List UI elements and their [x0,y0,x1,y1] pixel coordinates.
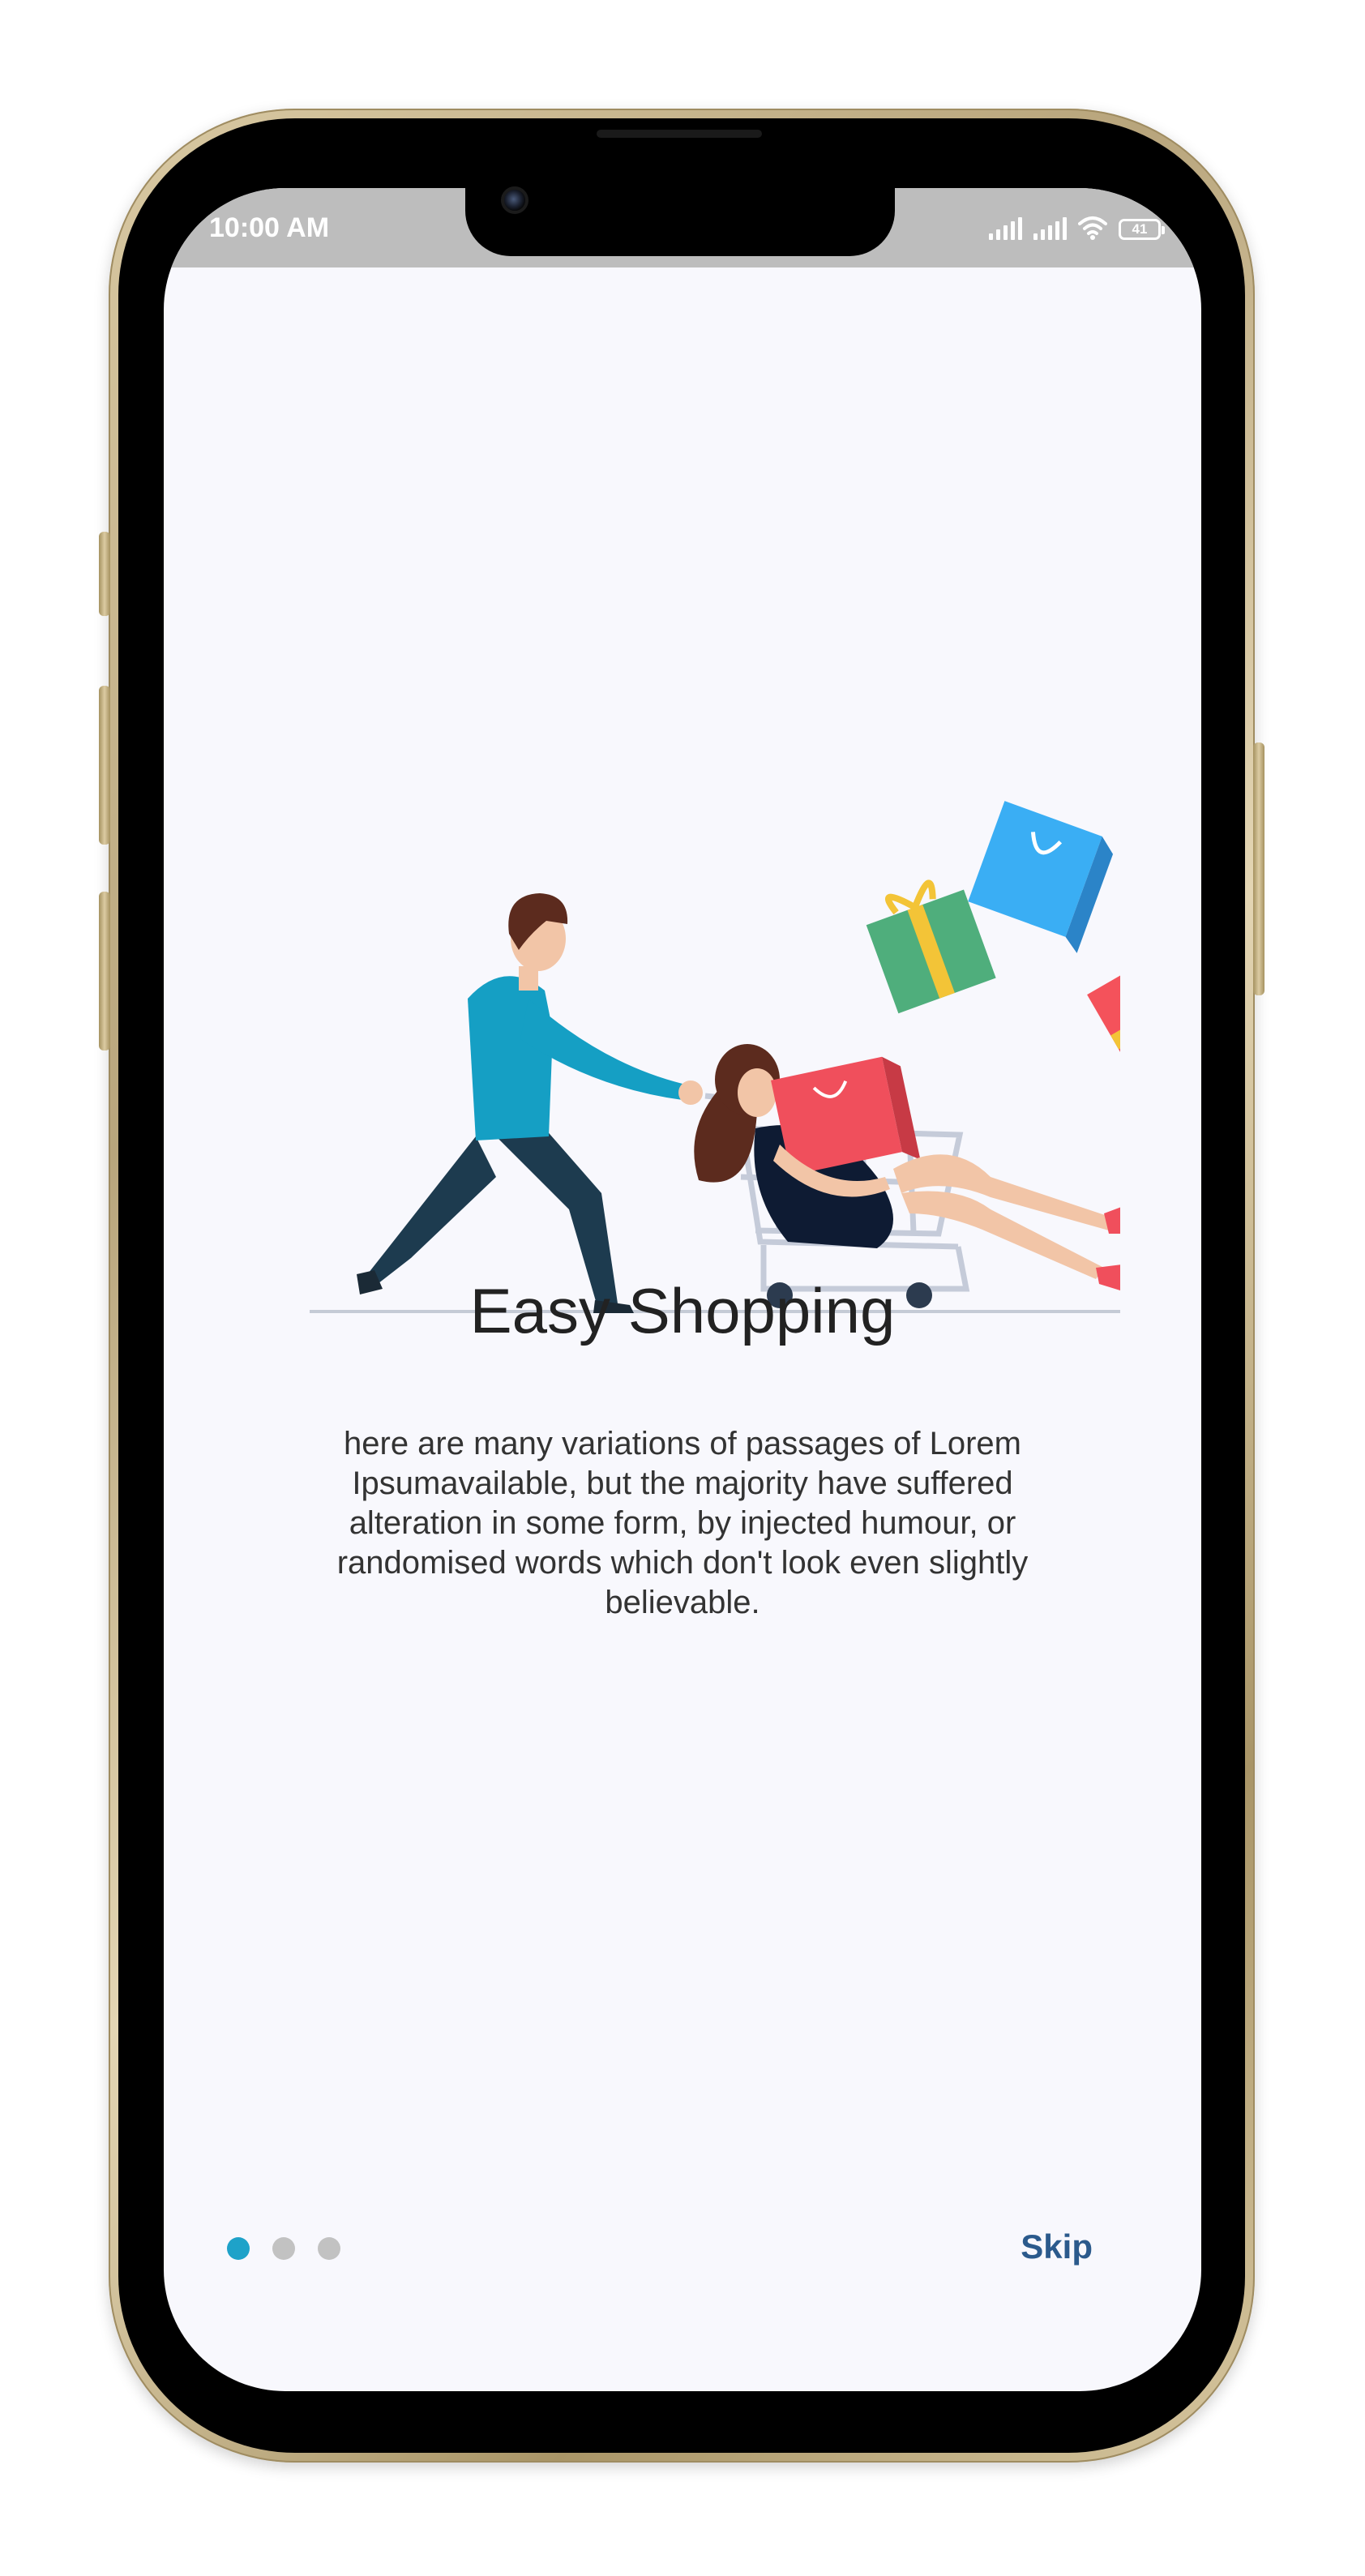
man-figure [357,893,703,1313]
notch [465,162,895,256]
app-screen: 10:00 AM 41 Easy Shopping here are many … [164,188,1201,2391]
canvas: 10:00 AM 41 Easy Shopping here are many … [0,0,1365,2576]
status-time: 10:00 AM [209,212,330,243]
onboarding-title: Easy Shopping [469,1275,896,1346]
page-dot-1[interactable] [227,2237,250,2260]
onboarding-description: here are many variations of passages of … [336,1426,1029,1620]
signal-icon [989,217,1022,240]
page-indicator [227,2237,340,2260]
skip-button[interactable]: Skip [1021,2227,1093,2266]
shopping-cart-illustration [310,801,1120,1313]
wifi-icon [1078,216,1107,240]
page-dot-2[interactable] [272,2237,295,2260]
page-dot-3[interactable] [318,2237,340,2260]
status-icons: 41 [989,216,1165,240]
blue-bag-icon [968,801,1114,953]
red-gift-icon [1087,939,1120,1090]
battery-level: 41 [1132,221,1148,237]
speaker-grille [597,130,762,138]
volume-up-button [99,686,110,845]
mute-switch [99,532,110,616]
volume-down-button [99,892,110,1051]
power-button [1253,742,1264,995]
woman-figure [694,1044,1120,1290]
signal-icon-secondary [1033,217,1067,240]
battery-icon: 41 [1119,219,1165,240]
front-camera-icon [501,186,528,214]
